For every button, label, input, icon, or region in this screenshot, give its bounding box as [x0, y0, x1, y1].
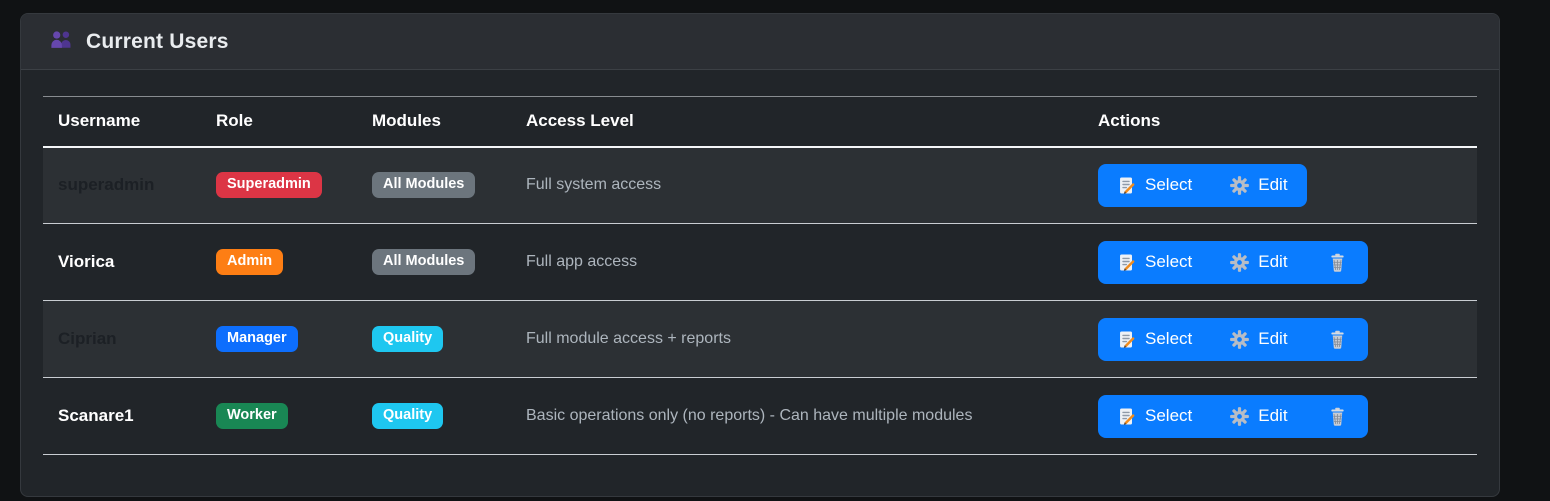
edit-button-label: Edit [1258, 329, 1287, 349]
page-title: Current Users [86, 30, 229, 54]
access-level-text: Full app access [526, 253, 637, 270]
delete-button[interactable] [1307, 318, 1368, 361]
gear-icon [1230, 330, 1249, 349]
select-button[interactable]: Select [1098, 164, 1211, 207]
edit-button[interactable]: Edit [1211, 241, 1306, 284]
wastebasket-icon [1328, 253, 1347, 272]
role-badge: Superadmin [216, 172, 322, 198]
memo-pencil-icon [1117, 330, 1136, 349]
select-button[interactable]: Select [1098, 241, 1211, 284]
username-text: superadmin [58, 175, 154, 194]
users-icon [49, 29, 74, 55]
select-button[interactable]: Select [1098, 395, 1211, 438]
edit-button-label: Edit [1258, 175, 1287, 195]
edit-button-label: Edit [1258, 406, 1287, 426]
role-badge: Admin [216, 249, 283, 275]
module-badge: All Modules [372, 249, 475, 275]
access-level-text: Basic operations only (no reports) - Can… [526, 407, 972, 424]
column-header-modules: Modules [357, 97, 511, 147]
current-users-card: Current Users Username Role Modules Acce… [20, 13, 1500, 497]
action-button-group: Select Edit [1098, 318, 1368, 361]
action-button-group: Select Edit [1098, 395, 1368, 438]
role-badge: Worker [216, 403, 288, 429]
card-body: Username Role Modules Access Level Actio… [21, 70, 1499, 455]
card-header: Current Users [21, 14, 1499, 70]
edit-button-label: Edit [1258, 252, 1287, 272]
table-row: Viorica Admin All Modules Full app acces… [43, 224, 1477, 301]
table-row: superadmin Superadmin All Modules Full s… [43, 147, 1477, 224]
username-text: Ciprian [58, 329, 117, 348]
action-button-group: Select Edit [1098, 241, 1368, 284]
memo-pencil-icon [1117, 253, 1136, 272]
role-badge: Manager [216, 326, 298, 352]
module-badge: All Modules [372, 172, 475, 198]
wastebasket-icon [1328, 330, 1347, 349]
gear-icon [1230, 176, 1249, 195]
table-row: Ciprian Manager Quality Full module acce… [43, 301, 1477, 378]
wastebasket-icon [1328, 407, 1347, 426]
delete-button[interactable] [1307, 241, 1368, 284]
memo-pencil-icon [1117, 407, 1136, 426]
edit-button[interactable]: Edit [1211, 164, 1306, 207]
column-header-access-level: Access Level [511, 97, 1083, 147]
users-table: Username Role Modules Access Level Actio… [43, 96, 1477, 455]
gear-icon [1230, 253, 1249, 272]
module-badge: Quality [372, 403, 443, 429]
column-header-role: Role [201, 97, 357, 147]
column-header-username: Username [43, 97, 201, 147]
username-text: Scanare1 [58, 406, 134, 425]
access-level-text: Full module access + reports [526, 330, 731, 347]
action-button-group: Select Edit [1098, 164, 1307, 207]
memo-pencil-icon [1117, 176, 1136, 195]
edit-button[interactable]: Edit [1211, 395, 1306, 438]
table-row: Scanare1 Worker Quality Basic operations… [43, 378, 1477, 455]
module-badge: Quality [372, 326, 443, 352]
select-button-label: Select [1145, 329, 1192, 349]
access-level-text: Full system access [526, 176, 661, 193]
select-button[interactable]: Select [1098, 318, 1211, 361]
edit-button[interactable]: Edit [1211, 318, 1306, 361]
select-button-label: Select [1145, 252, 1192, 272]
column-header-actions: Actions [1083, 97, 1477, 147]
select-button-label: Select [1145, 406, 1192, 426]
gear-icon [1230, 407, 1249, 426]
delete-button[interactable] [1307, 395, 1368, 438]
select-button-label: Select [1145, 175, 1192, 195]
table-header-row: Username Role Modules Access Level Actio… [43, 97, 1477, 147]
username-text: Viorica [58, 252, 114, 271]
